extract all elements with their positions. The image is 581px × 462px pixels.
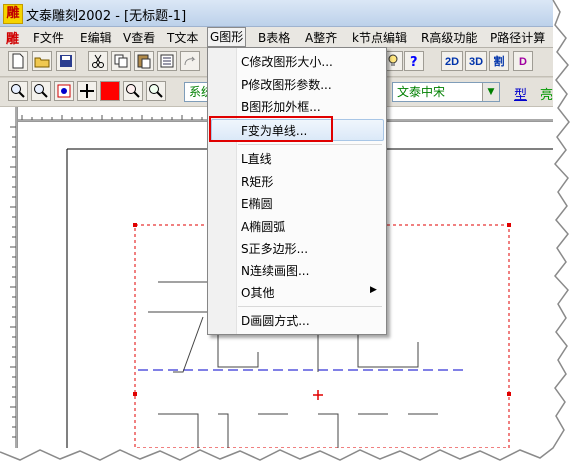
torn-paper-edge <box>0 0 581 462</box>
